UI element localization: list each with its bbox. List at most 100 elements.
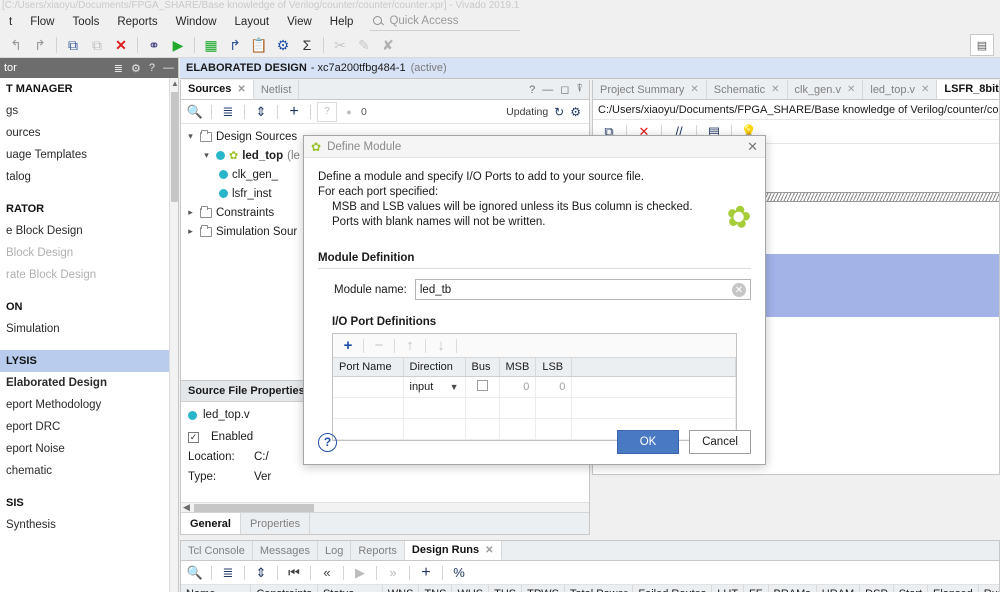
io-port-row[interactable]: input ▼ 0 0 [333,376,736,398]
copy-icon[interactable]: ⧉ [61,34,85,56]
col-lsb[interactable]: LSB [535,358,573,377]
nav-group-rtl-analysis[interactable]: LYSIS [0,350,178,372]
sidebar-item-ip-catalog[interactable]: talog [0,166,178,188]
gear-icon[interactable]: ⚙ [570,105,581,119]
implement-icon[interactable]: ↱ [223,34,247,56]
chevron-right-icon[interactable]: ▸ [185,207,196,218]
bus-cell[interactable] [465,376,500,398]
tab-schematic[interactable]: Schematic ✕ [707,80,788,99]
tab-sources[interactable]: Sources ✕ [181,80,254,99]
collapse-icon[interactable]: ≣ [114,62,123,75]
sidebar-item-settings[interactable]: gs [0,100,178,122]
tab-led-top-v[interactable]: led_top.v ✕ [863,80,938,99]
help-icon[interactable]: ? [529,84,535,96]
close-icon[interactable]: ✕ [771,84,779,95]
col-start[interactable]: Start [893,585,929,592]
tab-netlist[interactable]: Netlist [254,80,300,99]
col-uram[interactable]: URAM [816,585,861,592]
add-icon[interactable]: + [416,563,436,583]
close-icon[interactable]: ✕ [485,545,493,556]
sidebar-item-schematic[interactable]: chematic [0,460,178,482]
minimize-icon[interactable]: — [542,84,553,96]
col-direction[interactable]: Direction [403,358,466,377]
clipboard-icon[interactable]: 📋 [247,34,271,56]
menu-item-flow[interactable]: Flow [21,14,63,30]
run-icon[interactable]: ▶ [350,563,370,583]
col-port-name[interactable]: Port Name [333,358,404,377]
sidebar-item-report-drc[interactable]: eport DRC [0,416,178,438]
unroute-icon[interactable]: ✘ [376,34,400,56]
tab-clk-gen-v[interactable]: clk_gen.v ✕ [788,80,864,99]
search-icon[interactable]: 🔍 [185,102,205,122]
tab-tcl-console[interactable]: Tcl Console [181,541,253,560]
refresh-icon[interactable]: ↻ [554,105,564,119]
collapse-all-icon[interactable]: ≣ [218,563,238,583]
help-icon[interactable]: ? [149,62,155,75]
edit-icon[interactable]: ✎ [352,34,376,56]
report-icon[interactable]: ▦ [199,34,223,56]
col-tns[interactable]: TNS [418,585,453,592]
col-wns[interactable]: WNS [382,585,420,592]
col-brams[interactable]: BRAMs [768,585,817,592]
menu-item-tools[interactable]: Tools [63,14,108,30]
col-tpws[interactable]: TPWS [521,585,565,592]
sidebar-item-create-block-design[interactable]: e Block Design [0,220,178,242]
direction-cell[interactable]: input ▼ [403,376,466,398]
close-icon[interactable]: ✕ [921,84,929,95]
menu-item-reports[interactable]: Reports [108,14,166,30]
quick-access-search[interactable]: Quick Access [370,14,521,31]
percent-icon[interactable]: % [449,563,469,583]
sidebar-item-run-simulation[interactable]: Simulation [0,318,178,340]
settings-icon[interactable]: ⚙ [271,34,295,56]
scrollbar-thumb[interactable] [194,504,314,512]
sidebar-item-report-noise[interactable]: eport Noise [0,438,178,460]
cancel-button[interactable]: Cancel [689,430,751,454]
lsb-cell[interactable] [535,397,573,419]
minimize-icon[interactable]: — [163,62,174,75]
menu-item-view[interactable]: View [278,14,321,30]
paste-icon[interactable]: ⧉ [85,34,109,56]
ok-button[interactable]: OK [617,430,679,454]
col-whs[interactable]: WHS [451,585,490,592]
chevron-right-icon[interactable]: ▸ [185,226,196,237]
maximize-icon[interactable]: ◻ [560,83,569,96]
collapse-all-icon[interactable]: ≣ [218,102,238,122]
clear-icon[interactable]: ✕ [732,283,746,297]
sidebar-scrollbar[interactable]: ▲ [169,78,178,592]
tab-design-runs[interactable]: Design Runs ✕ [404,541,502,560]
sidebar-item-generate-block-design[interactable]: rate Block Design [0,264,178,286]
tab-project-summary[interactable]: Project Summary ✕ [593,80,707,99]
col-bus[interactable]: Bus [465,358,500,377]
redo-icon[interactable]: ↱ [28,34,52,56]
direction-cell[interactable] [403,397,466,419]
tab-lsfr-8bits-v[interactable]: LSFR_8bits.v [937,80,999,99]
expand-all-icon[interactable]: ⇕ [251,563,271,583]
add-port-button[interactable]: + [338,336,358,356]
sidebar-item-open-block-design[interactable]: Block Design [0,242,178,264]
grid-icon[interactable]: ▤ [970,34,994,56]
tab-messages[interactable]: Messages [253,541,318,560]
sum-icon[interactable]: Σ [295,34,319,56]
msb-cell[interactable]: 0 [499,376,537,398]
port-name-cell[interactable] [333,376,404,398]
msb-cell[interactable] [499,397,537,419]
cut-icon[interactable]: ✂ [328,34,352,56]
chevron-down-icon[interactable]: ▼ [450,382,459,392]
close-icon[interactable]: ✕ [747,139,758,155]
float-icon[interactable]: ⍒ [576,83,583,96]
port-name-cell[interactable] [333,397,404,419]
bus-checkbox[interactable] [476,380,488,391]
col-run[interactable]: Run [978,585,999,592]
chevron-down-icon[interactable]: ▾ [185,131,196,142]
run-icon[interactable]: ▶ [166,34,190,56]
settings-icon[interactable]: ⚙ [131,62,141,75]
bus-cell[interactable] [465,397,500,419]
enabled-checkbox[interactable]: ✓ [188,432,199,443]
col-name[interactable]: Name [181,585,252,592]
close-icon[interactable]: ✕ [237,84,245,95]
chevron-down-icon[interactable]: ▾ [201,150,212,161]
add-sources-icon[interactable]: + [284,102,304,122]
col-elapsed[interactable]: Elapsed [927,585,979,592]
col-lut[interactable]: LUT [711,585,745,592]
menu-item-help[interactable]: Help [321,14,363,30]
